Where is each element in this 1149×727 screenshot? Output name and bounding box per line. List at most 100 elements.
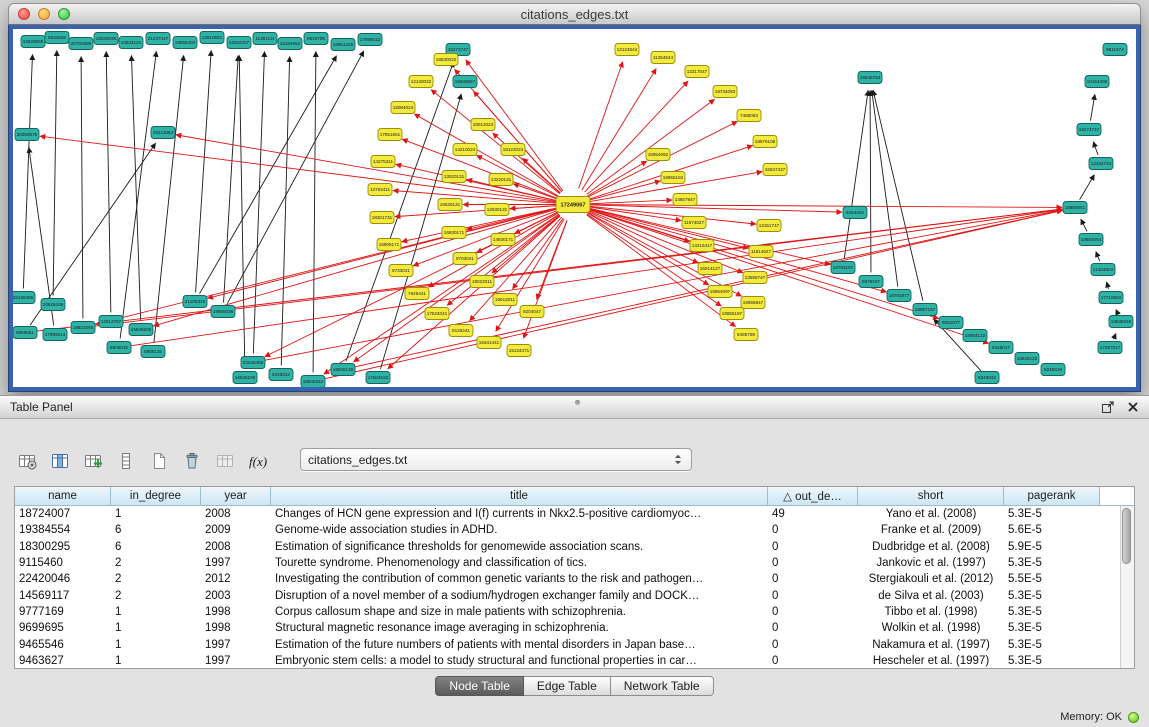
graph-node[interactable]: 8905015	[107, 342, 131, 354]
graph-edge[interactable]	[239, 55, 245, 368]
graph-node[interactable]: 14930171	[491, 234, 515, 246]
column-header[interactable]: △ out_de…	[768, 487, 858, 506]
graph-node[interactable]: 9619795	[304, 33, 328, 45]
import-table-icon[interactable]	[212, 448, 238, 474]
graph-edge[interactable]	[322, 210, 1063, 379]
graph-node[interactable]: 18122024	[501, 144, 525, 156]
graph-node[interactable]: 15958051	[1063, 202, 1087, 214]
graph-node[interactable]: 19067197	[913, 304, 937, 316]
graph-node[interactable]: 16014127	[698, 263, 722, 275]
table-row[interactable]: 1872400712008Changes of HCN gene express…	[15, 506, 1134, 522]
graph-node[interactable]: 9245032	[975, 372, 999, 384]
graph-node[interactable]: 15954097	[708, 286, 732, 298]
graph-node[interactable]: 11614627	[749, 246, 773, 258]
graph-node[interactable]: 18301731	[370, 212, 394, 224]
graph-node[interactable]: 17710504	[1099, 292, 1123, 304]
column-header[interactable]: year	[201, 487, 271, 506]
graph-edge[interactable]	[872, 90, 898, 286]
table-row[interactable]: 1830029562008Estimation of significance …	[15, 539, 1134, 555]
graph-node[interactable]: 12753411	[368, 184, 392, 196]
graph-node[interactable]: 18012024	[471, 119, 495, 131]
scrollbar-thumb[interactable]	[1122, 508, 1131, 564]
table-row[interactable]: 946362711997Embryonic stem cells: a mode…	[15, 653, 1134, 669]
graph-edge[interactable]	[128, 209, 1062, 346]
graph-node[interactable]: 5905135	[141, 346, 165, 358]
graph-edge[interactable]	[589, 210, 989, 343]
tab-node-table[interactable]: Node Table	[435, 676, 524, 696]
graph-node[interactable]: 15630131	[438, 199, 462, 211]
graph-edge[interactable]	[81, 56, 83, 318]
graph-node[interactable]: 17487017	[1098, 342, 1122, 354]
graph-edge[interactable]	[96, 209, 557, 325]
graph-node[interactable]: 10684054	[1079, 234, 1103, 246]
graph-edge[interactable]	[106, 51, 111, 312]
column-header[interactable]: pagerank	[1004, 487, 1100, 506]
graph-node[interactable]: 15954092	[646, 149, 670, 161]
graph-node[interactable]: 15084024	[391, 102, 415, 114]
graph-node[interactable]: 19648794	[858, 72, 882, 84]
graph-node[interactable]: 9245017	[989, 342, 1013, 354]
graph-edge[interactable]	[281, 56, 289, 365]
graph-edge[interactable]	[53, 50, 57, 295]
graph-node[interactable]: 15829555	[21, 36, 45, 48]
graph-node[interactable]: 11254544	[651, 52, 675, 64]
graph-node[interactable]: 22245465	[241, 357, 265, 369]
graph-node[interactable]: 20628435	[41, 299, 65, 311]
graph-node[interactable]: 12610651	[200, 32, 224, 44]
graph-node[interactable]: 7625441	[405, 288, 429, 300]
graph-edge[interactable]	[870, 90, 871, 272]
graph-edge[interactable]	[1080, 175, 1095, 200]
table-row[interactable]: 946554611997Estimation of the future num…	[15, 636, 1134, 652]
graph-node[interactable]: 9154404	[843, 207, 867, 219]
graph-node[interactable]: 13216417	[690, 240, 714, 252]
graph-node[interactable]: 10154408	[1085, 76, 1109, 88]
graph-edge[interactable]	[590, 208, 831, 264]
show-columns-icon[interactable]	[47, 448, 73, 474]
graph-edge[interactable]	[227, 51, 364, 304]
graph-edge[interactable]	[588, 213, 742, 297]
graph-node[interactable]: 19965036	[211, 306, 235, 318]
graph-node[interactable]: 9733041	[389, 265, 413, 277]
window-titlebar[interactable]: citations_edges.txt	[8, 3, 1141, 25]
new-table-icon[interactable]	[146, 448, 172, 474]
graph-node[interactable]: 17999013	[358, 34, 382, 46]
graph-node[interactable]: 18955947	[741, 297, 765, 309]
graph-node[interactable]: 21205316	[183, 296, 207, 308]
graph-node[interactable]: 18791977	[887, 290, 911, 302]
graph-node[interactable]: 18575105	[753, 136, 777, 148]
graph-edge[interactable]	[582, 69, 656, 190]
graph-node[interactable]: 9634505	[45, 32, 69, 44]
tab-network-table[interactable]: Network Table	[611, 676, 714, 696]
graph-node[interactable]: 17604532	[366, 372, 390, 384]
graph-node[interactable]: 16961425	[331, 39, 355, 51]
network-canvas[interactable]: 1582955596345052070288818039035106341212…	[13, 29, 1136, 387]
create-column-icon[interactable]	[80, 448, 106, 474]
graph-edge[interactable]	[1093, 142, 1098, 155]
graph-node[interactable]: 19565404	[173, 37, 197, 49]
splitter-grip[interactable]	[575, 400, 580, 405]
close-panel-icon[interactable]	[1127, 401, 1139, 413]
graph-edge[interactable]	[579, 62, 623, 189]
graph-node[interactable]: 9091977	[939, 317, 963, 329]
graph-node[interactable]: 16905171	[377, 239, 401, 251]
minimize-window-button[interactable]	[38, 8, 50, 20]
graph-edge[interactable]	[40, 136, 556, 202]
graph-edge[interactable]	[873, 90, 923, 301]
graph-edge[interactable]	[253, 51, 264, 353]
row-height-icon[interactable]	[113, 448, 139, 474]
graph-node[interactable]: 18530022	[434, 54, 458, 66]
graph-edge[interactable]	[510, 206, 556, 209]
graph-node[interactable]: 17534041	[425, 308, 449, 320]
float-panel-icon[interactable]	[1101, 400, 1115, 414]
column-header[interactable]: title	[271, 487, 768, 506]
graph-node[interactable]: 12161747	[757, 220, 781, 232]
graph-node[interactable]: 14210024	[453, 144, 477, 156]
graph-edge[interactable]	[199, 56, 336, 294]
graph-edge[interactable]	[23, 54, 32, 288]
column-header[interactable]: short	[858, 487, 1004, 506]
graph-edge[interactable]	[1114, 333, 1116, 339]
graph-edge[interactable]	[30, 143, 156, 325]
graph-node[interactable]: 12630131	[485, 204, 509, 216]
graph-node[interactable]: 9679197	[859, 276, 883, 288]
table-row[interactable]: 977716911998Corpus callosum shape and si…	[15, 604, 1134, 620]
